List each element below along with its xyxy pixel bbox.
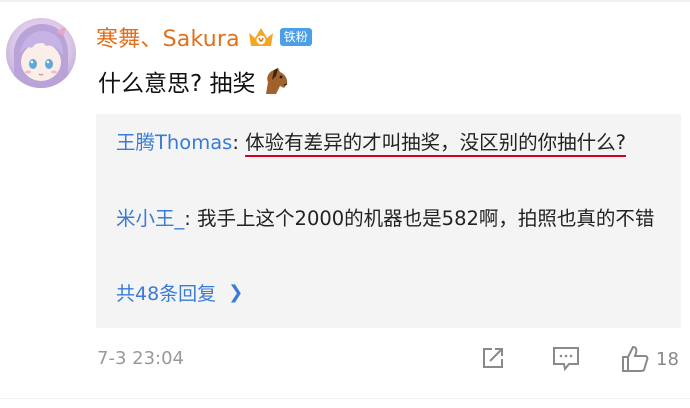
comment-icon — [553, 347, 579, 372]
username-link[interactable]: 寒舞、Sakura — [96, 21, 240, 53]
more-replies-label: 共48条回复 — [116, 283, 217, 305]
reply-item[interactable]: 王腾Thomas: 体验有差异的才叫抽奖，没区别的你抽什么? — [116, 126, 676, 160]
thumbs-up-icon — [622, 345, 649, 372]
comment-timestamp: 7-3 23:04 — [97, 348, 184, 369]
reply-separator: : — [232, 131, 246, 154]
reply-text: 我手上这个2000的机器也是582啊，拍照也真的不错 — [197, 207, 655, 230]
comment-text: 什么意思? 抽奖 — [98, 71, 256, 97]
share-button[interactable] — [479, 344, 507, 372]
user-avatar[interactable] — [6, 18, 76, 88]
horse-emoji-icon — [265, 68, 287, 94]
reply-separator: : — [184, 207, 198, 230]
bottom-divider — [0, 398, 690, 399]
more-replies-link[interactable]: 共48条回复 ❯ — [116, 279, 243, 306]
vip-crown-icon[interactable] — [246, 24, 276, 50]
like-count: 18 — [656, 348, 679, 370]
share-icon — [483, 348, 503, 368]
reply-text: 体验有差异的才叫抽奖，没区别的你抽什么? — [245, 131, 626, 154]
comment-button[interactable] — [551, 344, 581, 372]
replies-panel: 王腾Thomas: 体验有差异的才叫抽奖，没区别的你抽什么? 米小王_: 我手上… — [96, 114, 681, 328]
top-divider — [0, 0, 690, 2]
reply-username[interactable]: 王腾Thomas — [116, 131, 232, 154]
reply-item[interactable]: 米小王_: 我手上这个2000的机器也是582啊，拍照也真的不错 — [116, 202, 676, 236]
like-button[interactable]: 18 — [620, 344, 679, 374]
reply-username[interactable]: 米小王_ — [116, 207, 184, 230]
fan-badge[interactable]: 铁粉 — [279, 28, 312, 46]
comment-body: 什么意思? 抽奖 — [98, 64, 290, 98]
anime-girl-avatar-icon — [13, 24, 69, 88]
chevron-right-icon: ❯ — [228, 282, 244, 303]
comment-header: 寒舞、Sakura 铁粉 — [96, 21, 312, 53]
